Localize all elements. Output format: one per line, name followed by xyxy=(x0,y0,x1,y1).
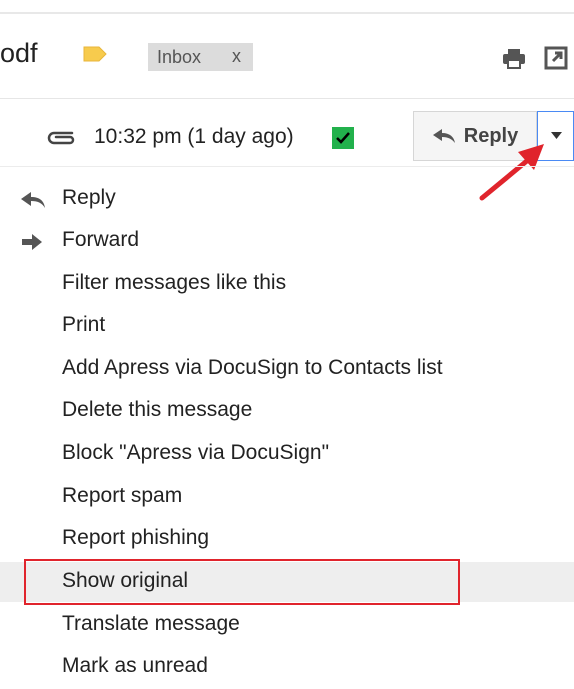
menu-item-block[interactable]: Block "Apress via DocuSign" xyxy=(0,434,574,474)
menu-item-add-contact[interactable]: Add Apress via DocuSign to Contacts list xyxy=(0,349,574,389)
menu-item-reply[interactable]: Reply xyxy=(0,179,574,219)
annotation-highlight-box xyxy=(24,559,460,605)
popout-icon[interactable] xyxy=(544,46,568,70)
menu-item-label: Mark as unread xyxy=(62,654,208,677)
caret-down-icon xyxy=(551,132,562,139)
reply-arrow-icon xyxy=(21,192,45,208)
menu-top-divider xyxy=(0,166,574,167)
menu-item-label: Add Apress via DocuSign to Contacts list xyxy=(62,356,443,379)
label-chip-text: Inbox xyxy=(157,46,202,67)
reply-arrow-icon xyxy=(432,129,455,143)
menu-item-label: Forward xyxy=(62,228,140,251)
label-chip-inbox: Inbox x xyxy=(148,43,253,71)
menu-item-label: Report phishing xyxy=(62,526,210,549)
menu-item-label: Print xyxy=(62,313,106,336)
menu-item-label: Report spam xyxy=(62,484,183,507)
menu-item-print[interactable]: Print xyxy=(0,306,574,346)
menu-item-translate[interactable]: Translate message xyxy=(0,605,574,645)
message-timestamp: 10:32 pm (1 day ago) xyxy=(94,125,294,148)
header-divider xyxy=(0,98,574,99)
menu-item-delete[interactable]: Delete this message xyxy=(0,391,574,431)
menu-item-forward[interactable]: Forward xyxy=(0,221,574,261)
subject-title: odf xyxy=(0,38,38,68)
menu-item-label: Block "Apress via DocuSign" xyxy=(62,441,330,464)
forward-arrow-icon xyxy=(22,234,42,250)
print-icon[interactable] xyxy=(501,46,527,70)
menu-item-filter[interactable]: Filter messages like this xyxy=(0,264,574,304)
menu-item-mark-unread[interactable]: Mark as unread xyxy=(0,647,574,687)
menu-item-report-spam[interactable]: Report spam xyxy=(0,477,574,517)
checkbox-checked-icon[interactable] xyxy=(332,127,354,149)
menu-item-label: Reply xyxy=(62,186,116,209)
menu-item-label: Filter messages like this xyxy=(62,271,287,294)
menu-item-report-phishing[interactable]: Report phishing xyxy=(0,519,574,559)
top-divider xyxy=(0,12,574,14)
remove-label-button[interactable]: x xyxy=(232,46,241,67)
menu-item-label: Translate message xyxy=(62,612,240,635)
menu-item-label: Delete this message xyxy=(62,398,253,421)
paperclip-icon xyxy=(47,131,75,145)
tag-icon[interactable] xyxy=(82,46,108,62)
